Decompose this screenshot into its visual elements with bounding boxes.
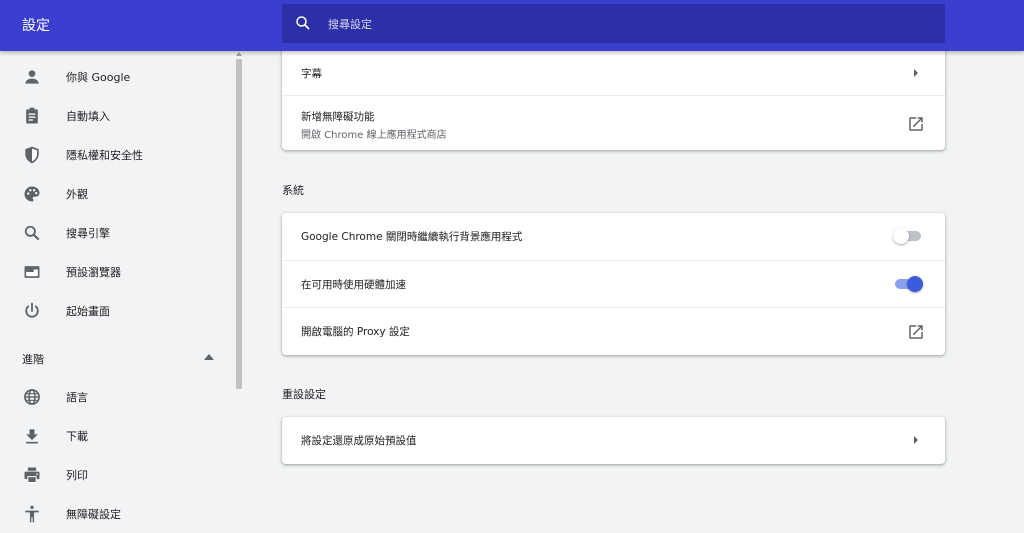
shield-icon xyxy=(25,146,39,164)
page-title: 設定 xyxy=(22,18,50,34)
sidebar-item-default-browser[interactable]: 預設瀏覽器 xyxy=(0,252,232,291)
sidebar-item-downloads[interactable]: 下載 xyxy=(0,416,232,455)
chevron-right-icon[interactable] xyxy=(912,68,920,78)
sidebar-item-autofill[interactable]: 自動填入 xyxy=(0,96,232,135)
sidebar-item-label: 搜尋引擎 xyxy=(66,227,110,240)
scroll-up-arrow-icon[interactable] xyxy=(236,51,242,57)
sidebar-item-languages[interactable]: 語言 xyxy=(0,377,232,416)
sidebar-item-label: 列印 xyxy=(66,469,88,482)
sidebar-item-printing[interactable]: 列印 xyxy=(0,455,232,494)
sidebar-item-you-and-google[interactable]: 你與 Google xyxy=(0,57,232,96)
open-in-new-icon[interactable] xyxy=(907,323,925,341)
advanced-label: 進階 xyxy=(22,353,44,366)
palette-icon xyxy=(24,186,40,202)
search-icon xyxy=(24,225,40,241)
toggle-knob xyxy=(907,276,923,292)
search-input[interactable] xyxy=(326,4,930,45)
printer-icon xyxy=(24,467,40,483)
sidebar-item-label: 自動填入 xyxy=(66,110,110,123)
power-icon xyxy=(25,302,39,318)
system-card: Google Chrome 關閉時繼續執行背景應用程式 在可用時使用硬體加速 開… xyxy=(282,213,945,355)
search-box[interactable] xyxy=(282,4,945,45)
add-features-sublabel: 開啟 Chrome 線上應用程式商店 xyxy=(301,130,447,141)
browser-icon xyxy=(24,266,40,278)
sidebar-item-label: 語言 xyxy=(66,391,88,404)
restore-defaults-row[interactable]: 將設定還原成原始預設值 xyxy=(282,417,945,464)
sidebar-item-accessibility[interactable]: 無障礙設定 xyxy=(0,494,232,533)
background-apps-row[interactable]: Google Chrome 關閉時繼續執行背景應用程式 xyxy=(282,213,945,260)
reset-card: 將設定還原成原始預設值 xyxy=(282,417,945,464)
sidebar-item-search-engine[interactable]: 搜尋引擎 xyxy=(0,213,232,252)
chevron-right-icon[interactable] xyxy=(912,435,920,445)
toggle-knob xyxy=(893,228,909,244)
person-icon xyxy=(25,70,39,84)
sidebar-item-label: 下載 xyxy=(66,430,88,443)
captions-row[interactable]: 字幕 xyxy=(282,53,945,95)
reset-section-title: 重設設定 xyxy=(282,388,326,401)
globe-icon xyxy=(24,389,40,405)
sidebar-scrollbar-thumb[interactable] xyxy=(236,59,242,389)
sidebar-item-on-startup[interactable]: 起始畫面 xyxy=(0,291,232,330)
sidebar-item-appearance[interactable]: 外觀 xyxy=(0,174,232,213)
caret-up-icon[interactable] xyxy=(204,353,214,361)
sidebar-item-privacy[interactable]: 隱私權和安全性 xyxy=(0,135,232,174)
sidebar-item-label: 外觀 xyxy=(66,188,88,201)
add-accessibility-features-row[interactable]: 新增無障礙功能 開啟 Chrome 線上應用程式商店 xyxy=(282,95,945,151)
proxy-settings-label: 開啟電腦的 Proxy 設定 xyxy=(301,326,410,338)
system-section-title: 系統 xyxy=(282,184,304,197)
hardware-acceleration-row[interactable]: 在可用時使用硬體加速 xyxy=(282,260,945,308)
background-apps-toggle[interactable] xyxy=(893,228,923,244)
top-bar: 設定 xyxy=(0,0,1024,51)
sidebar-item-label: 無障礙設定 xyxy=(66,508,121,521)
open-in-new-icon[interactable] xyxy=(907,115,925,133)
clipboard-icon xyxy=(26,107,38,124)
proxy-settings-row[interactable]: 開啟電腦的 Proxy 設定 xyxy=(282,307,945,356)
sidebar-item-label: 起始畫面 xyxy=(66,305,110,318)
sidebar: 你與 Google 自動填入 隱私權和安全性 外觀 搜尋引擎 預設瀏覽器 起始畫… xyxy=(0,51,243,523)
sidebar-item-label: 你與 Google xyxy=(66,71,131,84)
captions-label: 字幕 xyxy=(301,68,322,80)
hardware-acceleration-toggle[interactable] xyxy=(893,276,923,292)
accessibility-icon xyxy=(25,505,39,523)
sidebar-item-label: 預設瀏覽器 xyxy=(66,266,121,279)
background-apps-label: Google Chrome 關閉時繼續執行背景應用程式 xyxy=(301,231,523,243)
search-icon[interactable] xyxy=(294,14,312,32)
add-features-label: 新增無障礙功能 xyxy=(301,111,375,123)
sidebar-item-label: 隱私權和安全性 xyxy=(66,149,143,162)
accessibility-card: 字幕 新增無障礙功能 開啟 Chrome 線上應用程式商店 xyxy=(282,41,945,150)
download-icon xyxy=(26,429,38,444)
hardware-acceleration-label: 在可用時使用硬體加速 xyxy=(301,279,406,291)
restore-defaults-label: 將設定還原成原始預設值 xyxy=(301,435,417,447)
